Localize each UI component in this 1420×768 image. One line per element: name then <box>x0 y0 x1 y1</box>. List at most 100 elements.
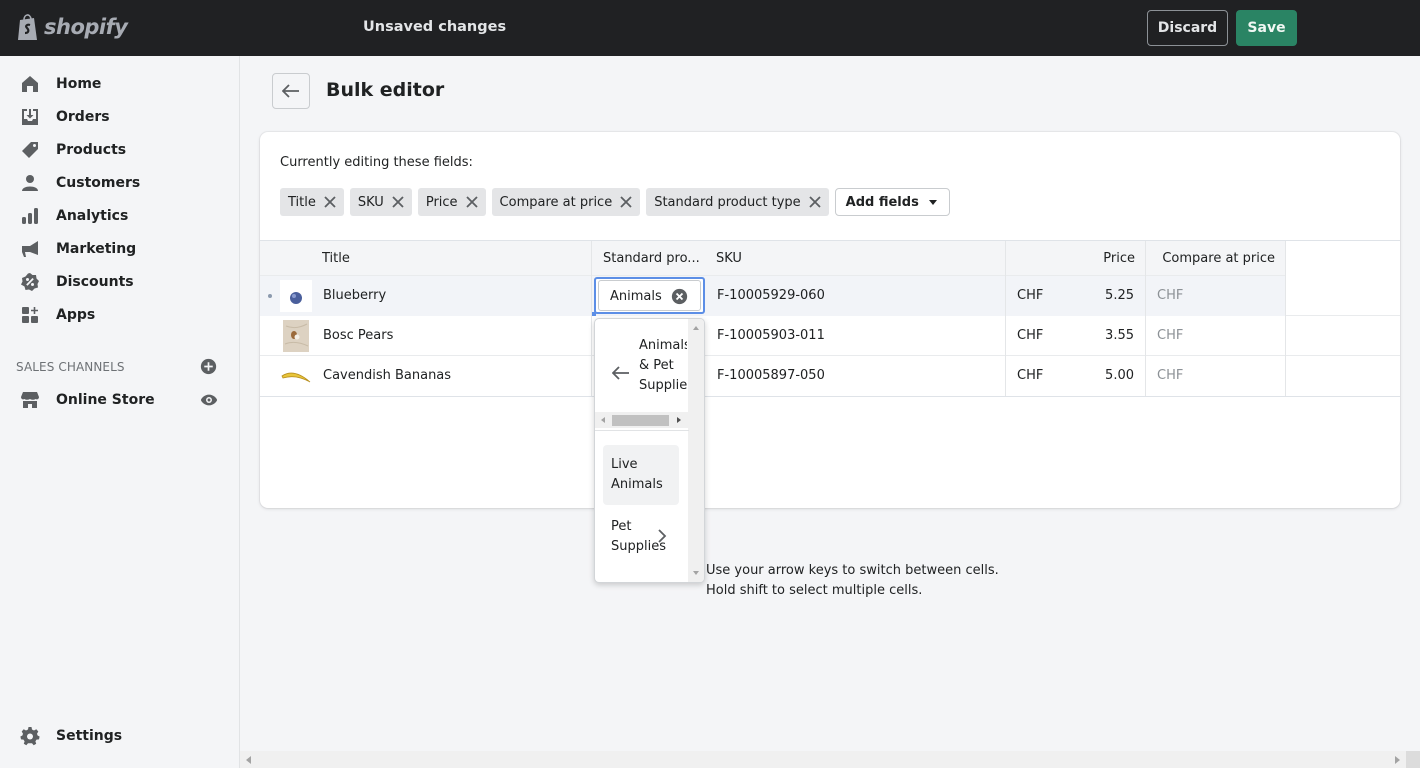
column-divider <box>1145 241 1146 396</box>
cell-sku[interactable]: F-10005897-050 <box>717 356 825 396</box>
sidebar-item-analytics[interactable]: Analytics <box>0 199 239 232</box>
orders-icon <box>20 107 40 127</box>
dropdown-option-live-animals[interactable]: Live Animals <box>603 445 679 505</box>
back-to-parent-arrow-icon[interactable] <box>612 366 630 380</box>
scroll-left-icon[interactable] <box>246 756 251 764</box>
sidebar-item-label: Online Store <box>56 391 155 408</box>
shopify-logo[interactable]: shopify <box>16 12 128 42</box>
cell-title[interactable]: Cavendish Bananas <box>323 356 451 396</box>
scroll-down-icon[interactable] <box>693 571 699 575</box>
sidebar-item-products[interactable]: Products <box>0 133 239 166</box>
cell-sku[interactable]: F-10005903-011 <box>717 316 825 356</box>
tag-label: Title <box>288 194 316 210</box>
dropdown-vertical-scrollbar[interactable] <box>688 319 704 582</box>
arrow-left-icon <box>282 84 299 98</box>
tag-icon <box>20 140 40 160</box>
sidebar-item-label: Customers <box>56 174 141 191</box>
dropdown-parent-category[interactable]: Animals & Pet Supplies <box>639 336 687 396</box>
cell-price[interactable]: 5.25 <box>1060 276 1134 316</box>
gear-icon <box>20 726 40 746</box>
view-store-eye-icon[interactable] <box>200 391 218 409</box>
cell-compare-currency[interactable]: CHF <box>1157 276 1183 316</box>
sidebar-item-label: Discounts <box>56 273 134 290</box>
cell-price[interactable]: 3.55 <box>1060 316 1134 356</box>
bar-chart-icon <box>20 206 40 226</box>
apps-icon <box>20 305 40 325</box>
back-button[interactable] <box>272 73 310 109</box>
remove-tag-icon[interactable] <box>612 188 640 216</box>
save-button[interactable]: Save <box>1236 10 1297 46</box>
sidebar-item-label: Orders <box>56 108 110 125</box>
cell-title[interactable]: Bosc Pears <box>323 316 393 356</box>
add-fields-button[interactable]: Add fields <box>834 188 950 216</box>
scroll-left-icon[interactable] <box>601 417 605 423</box>
remove-tag-icon[interactable] <box>458 188 486 216</box>
table-row[interactable]: Bosc Pears F-10005903-011 CHF 3.55 CHF <box>260 316 1400 356</box>
tag-label: Price <box>425 194 458 210</box>
sidebar-item-orders[interactable]: Orders <box>0 100 239 133</box>
scroll-right-icon[interactable] <box>1395 756 1400 764</box>
sidebar-item-label: Products <box>56 141 127 158</box>
field-tag-price: Price <box>417 188 486 216</box>
sidebar-item-apps[interactable]: Apps <box>0 298 239 331</box>
sidebar-item-label: Apps <box>56 306 96 323</box>
column-header-compare-at-price[interactable]: Compare at price <box>1145 241 1275 276</box>
add-fields-label: Add fields <box>845 194 919 210</box>
cell-price[interactable]: 5.00 <box>1060 356 1134 396</box>
keyboard-hint: Use your arrow keys to switch between ce… <box>706 561 999 601</box>
product-type-value: Animals <box>610 289 662 304</box>
person-icon <box>20 173 40 193</box>
product-thumbnail-bosc-pears <box>283 320 309 352</box>
products-grid: Title Standard pro... SKU Price Compare … <box>260 240 1400 397</box>
sidebar-item-settings[interactable]: Settings <box>0 719 239 752</box>
sidebar-item-label: Home <box>56 75 102 92</box>
column-divider <box>591 241 592 396</box>
field-tag-compare-at-price: Compare at price <box>491 188 641 216</box>
caret-down-icon <box>928 199 937 205</box>
hint-line-1: Use your arrow keys to switch between ce… <box>706 563 999 578</box>
field-tag-standard-product-type: Standard product type <box>646 188 829 216</box>
tag-label: SKU <box>357 194 384 210</box>
sidebar: Home Orders Products Customers Analytics… <box>0 56 240 768</box>
dropdown-option-pet-supplies[interactable]: Pet Supplies <box>603 517 679 561</box>
table-row[interactable]: Cavendish Bananas F-10005897-050 CHF 5.0… <box>260 356 1400 396</box>
chevron-right-icon <box>658 529 667 543</box>
scroll-right-icon[interactable] <box>677 417 681 423</box>
scrollbar-thumb[interactable] <box>612 415 669 426</box>
table-row[interactable]: Blueberry F-10005929-060 CHF 5.25 CHF <box>260 276 1400 316</box>
column-divider <box>1285 241 1286 396</box>
field-tags: Title SKU Price Compare at price Standar… <box>280 188 950 216</box>
sidebar-item-discounts[interactable]: Discounts <box>0 265 239 298</box>
sidebar-item-home[interactable]: Home <box>0 67 239 100</box>
sidebar-item-customers[interactable]: Customers <box>0 166 239 199</box>
unsaved-changes-label: Unsaved changes <box>363 19 507 35</box>
remove-tag-icon[interactable] <box>384 188 412 216</box>
remove-tag-icon[interactable] <box>316 188 344 216</box>
sidebar-item-marketing[interactable]: Marketing <box>0 232 239 265</box>
dropdown-horizontal-scrollbar[interactable] <box>595 412 689 428</box>
cell-compare-currency[interactable]: CHF <box>1157 316 1183 356</box>
tag-label: Compare at price <box>499 194 613 210</box>
sales-channels-heading: SALES CHANNELS <box>16 360 125 374</box>
column-header-title[interactable]: Title <box>322 241 350 276</box>
column-header-product-type[interactable]: Standard pro... <box>603 241 703 276</box>
horizontal-scrollbar[interactable] <box>240 751 1406 768</box>
cell-sku[interactable]: F-10005929-060 <box>717 276 825 316</box>
hint-line-2: Hold shift to select multiple cells. <box>706 583 923 598</box>
cell-title[interactable]: Blueberry <box>323 276 386 316</box>
megaphone-icon <box>20 239 40 259</box>
bulk-editor-card: Currently editing these fields: Title SK… <box>260 132 1400 508</box>
clear-value-icon[interactable] <box>671 288 688 305</box>
cell-fill-handle[interactable] <box>592 312 596 316</box>
discard-button[interactable]: Discard <box>1147 10 1228 46</box>
column-header-sku[interactable]: SKU <box>716 241 742 276</box>
tag-label: Standard product type <box>654 194 801 210</box>
column-divider <box>1005 241 1006 396</box>
add-channel-icon[interactable] <box>200 358 217 375</box>
scrollbar-corner <box>1406 751 1420 768</box>
column-header-price[interactable]: Price <box>1005 241 1135 276</box>
remove-tag-icon[interactable] <box>801 188 829 216</box>
product-type-cell-editor[interactable]: Animals <box>594 277 705 314</box>
scroll-up-icon[interactable] <box>693 326 699 330</box>
cell-compare-currency[interactable]: CHF <box>1157 356 1183 396</box>
